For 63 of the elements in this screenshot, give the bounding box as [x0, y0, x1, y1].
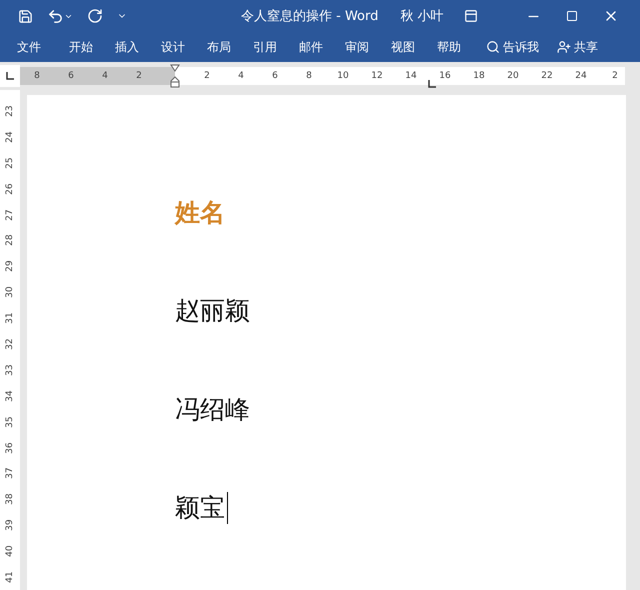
ribbon-tab[interactable]: 审阅 [340, 38, 374, 56]
ruler-number: 23 [5, 104, 15, 119]
ruler-number: 24 [5, 130, 15, 145]
person-add-icon [557, 40, 571, 54]
ruler-number: 2 [611, 70, 619, 83]
ruler-number: 2 [135, 70, 143, 83]
ribbon-tab[interactable]: 邮件 [294, 38, 328, 56]
ruler-number: 32 [5, 337, 15, 352]
ruler-number: 31 [5, 311, 15, 326]
ruler-number: 24 [574, 70, 588, 83]
ribbon-tab[interactable]: 文件 [12, 38, 46, 56]
tab-selector-icon[interactable] [0, 65, 20, 87]
ruler-number: 8 [305, 70, 313, 83]
ruler-number: 14 [404, 70, 418, 83]
ribbon-tab[interactable]: 视图 [386, 38, 420, 56]
ruler-number: 37 [5, 466, 15, 482]
paragraph-text: 颖宝 [175, 492, 225, 524]
search-icon [486, 40, 500, 54]
ribbon-tab[interactable]: 插入 [110, 38, 144, 56]
ruler-number: 6 [271, 70, 279, 83]
tell-me-search[interactable]: 告诉我 [486, 38, 539, 56]
ruler-number: 35 [5, 414, 15, 430]
ruler-number: 4 [237, 70, 245, 83]
ruler-number: 4 [101, 70, 109, 83]
text-cursor [227, 492, 228, 524]
ruler-number: 6 [67, 70, 75, 83]
user-name: 秋 小叶 [400, 8, 444, 25]
ribbon-tab[interactable]: 设计 [156, 38, 190, 56]
ruler-number: 12 [370, 70, 384, 83]
ribbon-tab[interactable]: 引用 [248, 38, 282, 56]
ruler-number: 18 [472, 70, 486, 83]
ruler-number: 30 [5, 285, 15, 300]
ribbon-tab[interactable]: 开始 [64, 38, 98, 56]
ribbon-tab[interactable]: 布局 [202, 38, 236, 56]
ruler-number: 25 [5, 156, 15, 170]
heading-text: 姓名 [175, 197, 225, 229]
ruler-number: 34 [5, 389, 15, 404]
save-icon[interactable] [18, 8, 33, 24]
paragraph-text: 冯绍峰 [175, 394, 250, 426]
ruler-number: 29 [5, 260, 15, 274]
ruler-number: 33 [5, 363, 15, 378]
ruler-number: 16 [438, 70, 452, 83]
undo-icon[interactable] [47, 8, 73, 24]
indent-marker-icon[interactable] [170, 64, 180, 88]
ruler-number: 20 [506, 70, 520, 83]
window-title: 令人窒息的操作 - Word [241, 8, 378, 25]
ruler-number: 38 [5, 492, 15, 508]
ruler-number: 36 [5, 440, 15, 456]
ruler-number: 28 [5, 234, 15, 248]
ruler-number: 40 [5, 544, 15, 559]
ruler-number: 41 [5, 570, 15, 585]
ruler-number: 10 [336, 70, 350, 83]
ribbon-tab[interactable]: 帮助 [432, 38, 466, 56]
redo-icon[interactable] [87, 8, 103, 24]
ruler-number: 27 [5, 208, 15, 222]
ruler-number: 2 [203, 70, 211, 83]
ruler-number: 26 [5, 182, 15, 196]
ruler-number: 22 [540, 70, 554, 83]
ruler-number: 8 [33, 70, 41, 83]
share-button[interactable]: 共享 [557, 38, 598, 56]
tab-stop-icon [428, 80, 436, 88]
ruler-number: 39 [5, 518, 15, 533]
paragraph-text: 赵丽颖 [175, 295, 250, 328]
